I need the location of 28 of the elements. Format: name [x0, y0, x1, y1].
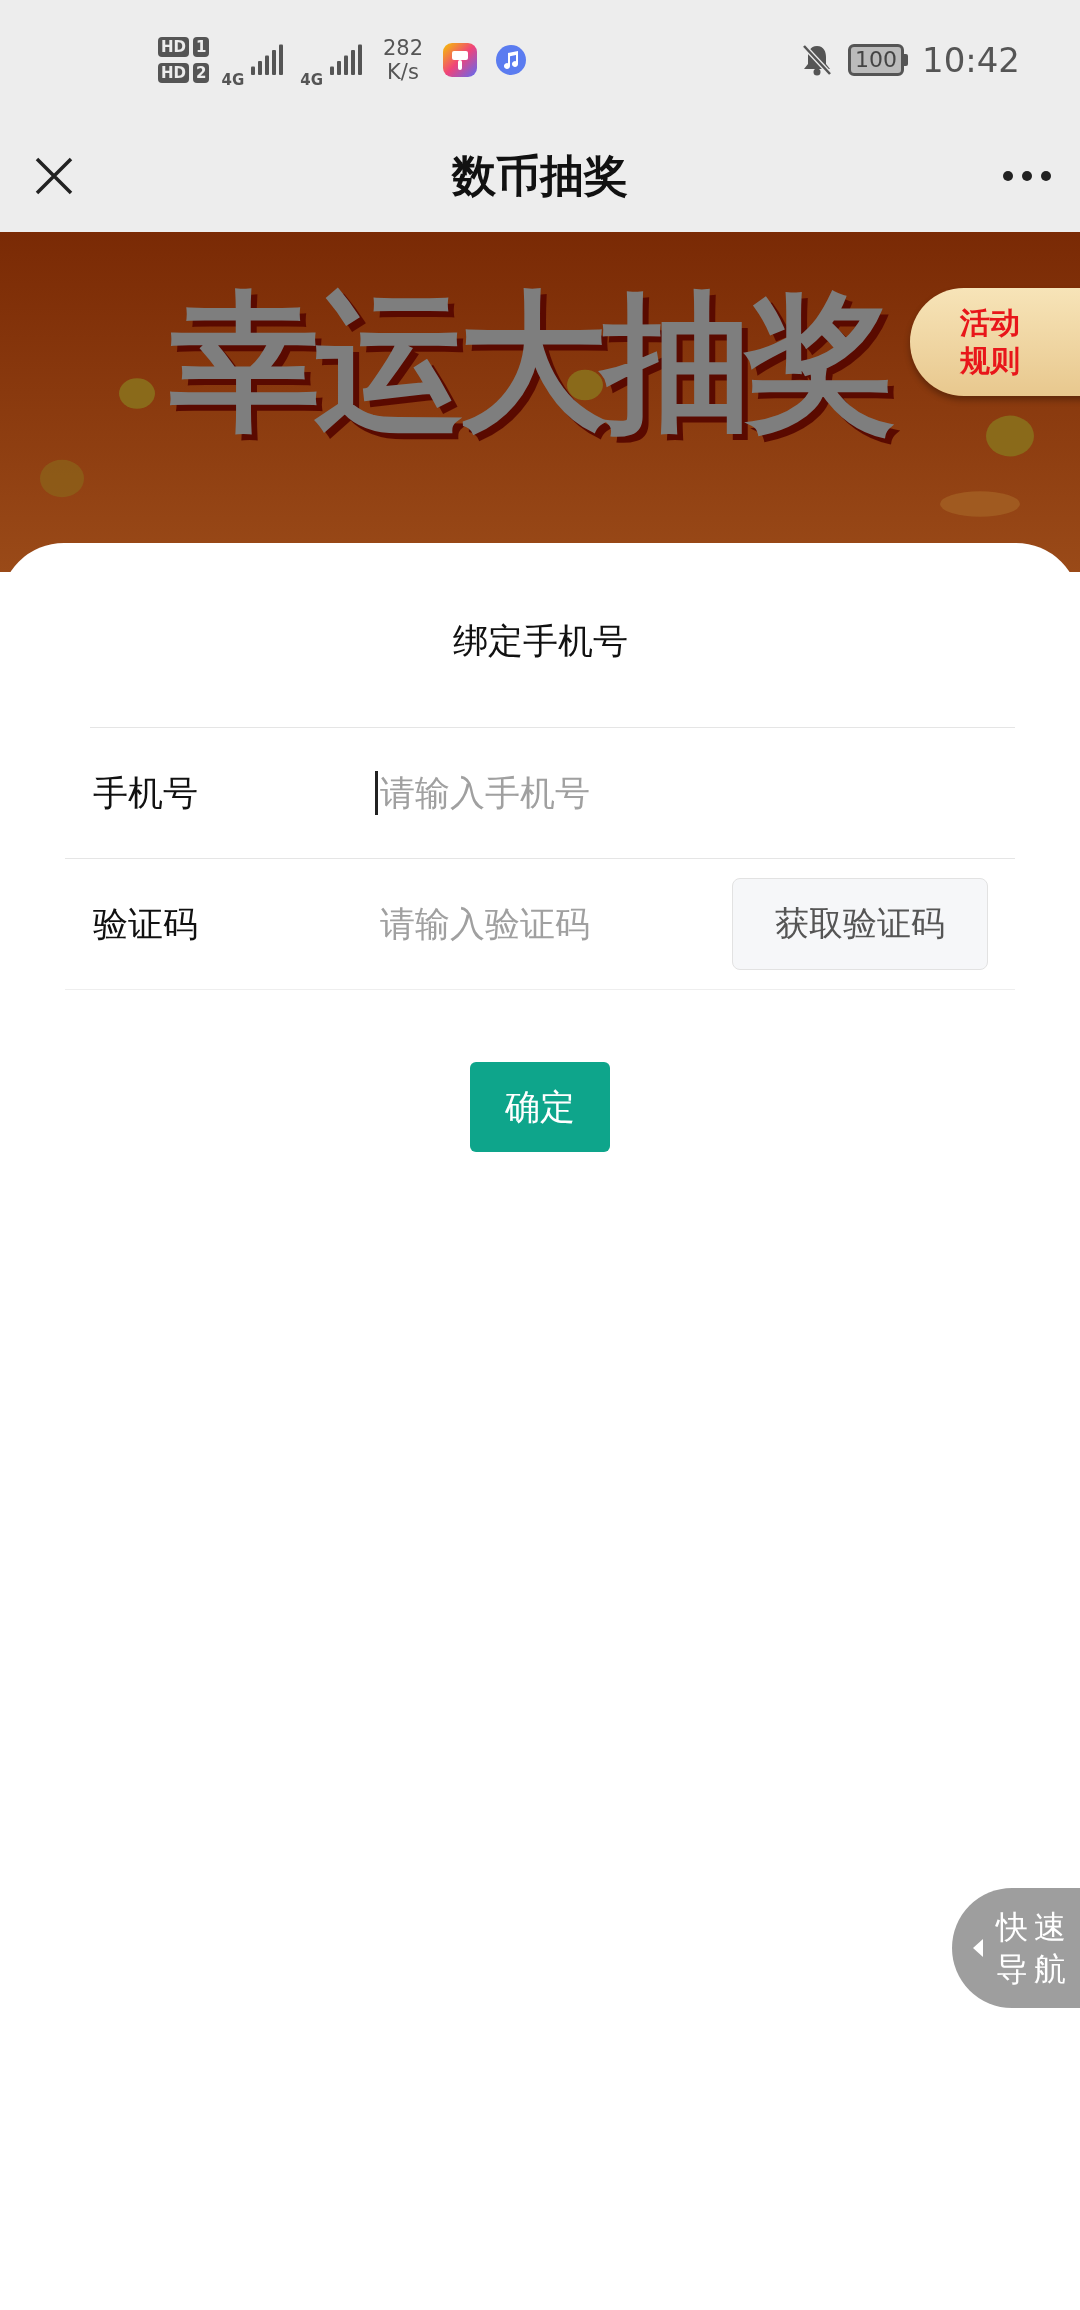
input-field[interactable]: 请输入验证码: [375, 902, 732, 946]
speed-unit: K/s: [387, 60, 419, 84]
input-field[interactable]: 请输入手机号: [375, 771, 1015, 815]
page-title: 数币抽奖: [452, 148, 628, 203]
left-triangle-icon: [972, 1938, 984, 1958]
field-label: 手机号: [92, 771, 199, 815]
speed-value: 282: [382, 36, 424, 60]
quick-nav-button[interactable]: 快速 导航: [952, 1888, 1080, 2008]
sheet-title: 绑定手机号: [452, 620, 628, 663]
sim-slot-badge: 2: [193, 63, 210, 83]
muted-bell-icon: [800, 42, 834, 78]
music-app-icon: [495, 44, 528, 76]
signal-icon: [328, 44, 365, 76]
paintbrush-app-icon: [443, 43, 478, 77]
banner-headline: 幸运大抽奖: [170, 287, 890, 437]
sim-slot-badge: 1: [193, 37, 210, 57]
get-code-button[interactable]: 获取验证码: [732, 878, 988, 970]
hd-badge: HD: [158, 37, 189, 57]
network-type: 4G: [221, 71, 245, 89]
more-options-button[interactable]: [1002, 170, 1052, 182]
close-button[interactable]: [34, 156, 74, 196]
field-label: 验证码: [92, 902, 199, 946]
activity-rules-button[interactable]: 活动 规则: [910, 288, 1080, 396]
network-type: 4G: [300, 71, 323, 89]
hd-badge: HD: [158, 63, 189, 83]
confirm-button[interactable]: 确定: [470, 1062, 610, 1152]
clock-time: 10:42: [922, 40, 1020, 80]
battery-indicator: 100: [848, 44, 908, 76]
